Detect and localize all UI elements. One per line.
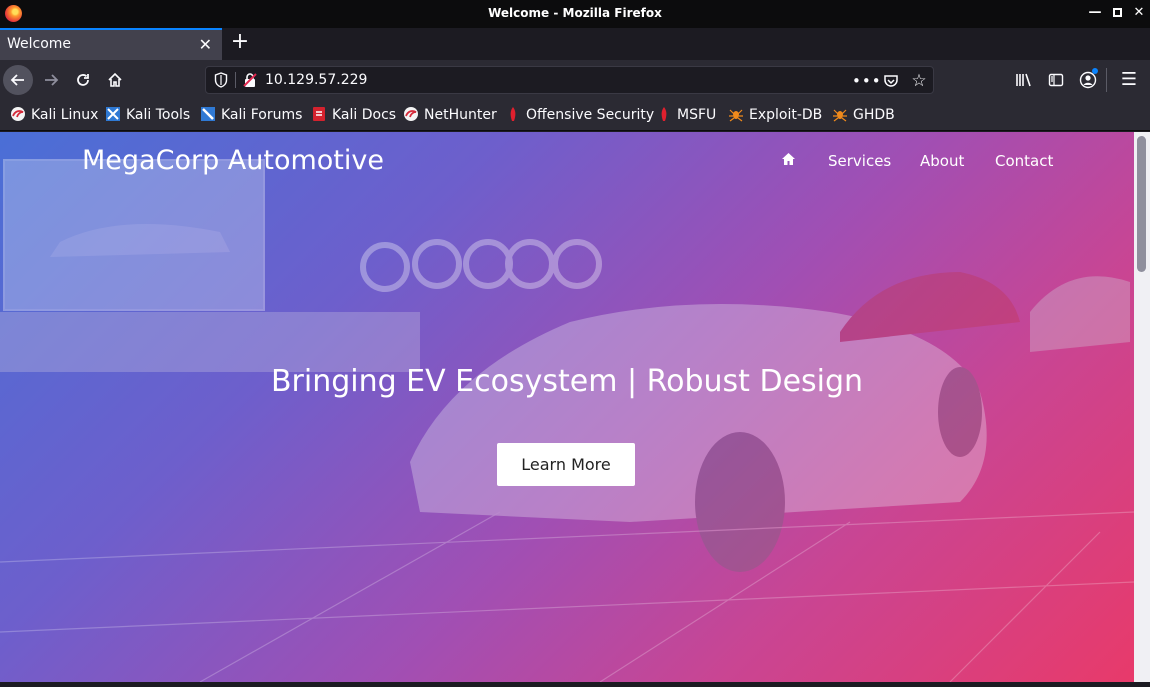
tracking-shield-icon[interactable] bbox=[214, 72, 228, 88]
nav-about-link[interactable]: About bbox=[920, 152, 964, 172]
account-notification-dot bbox=[1092, 68, 1098, 74]
bookmark-msfu[interactable]: MSFU bbox=[656, 106, 716, 126]
scrollbar-thumb[interactable] bbox=[1137, 136, 1146, 272]
minimize-button[interactable]: — bbox=[1086, 4, 1104, 22]
kali-tools-icon bbox=[106, 107, 120, 121]
tab-welcome[interactable]: Welcome ✕ bbox=[0, 28, 222, 60]
bookmark-label: Offensive Security bbox=[526, 107, 655, 123]
window-titlebar: Welcome - Mozilla Firefox — ✕ bbox=[0, 0, 1150, 28]
toolbar-separator bbox=[1106, 68, 1107, 92]
tab-strip: Welcome ✕ + bbox=[0, 28, 1150, 60]
bookmark-star-icon[interactable]: ☆ bbox=[908, 70, 930, 92]
kali-forums-icon bbox=[201, 107, 215, 121]
hero-background-image bbox=[0, 159, 1134, 682]
url-text[interactable]: 10.129.57.229 bbox=[265, 72, 367, 88]
bookmark-label: MSFU bbox=[677, 107, 717, 123]
bookmark-offensive-security[interactable]: Offensive Security bbox=[505, 106, 654, 126]
nav-services-link[interactable]: Services bbox=[828, 152, 891, 172]
learn-more-button[interactable]: Learn More bbox=[497, 443, 635, 486]
nav-home-icon[interactable] bbox=[781, 152, 796, 172]
reload-button[interactable] bbox=[68, 65, 98, 95]
hamburger-menu-button[interactable]: ☰ bbox=[1117, 68, 1141, 92]
kali-dragon-icon bbox=[404, 107, 418, 121]
bookmark-kali-linux[interactable]: Kali Linux bbox=[10, 106, 98, 126]
bookmarks-toolbar: Kali Linux Kali Tools Kali Forums Kali D… bbox=[0, 100, 1150, 131]
url-bar[interactable]: 10.129.57.229 ••• ☆ bbox=[205, 66, 934, 94]
nav-contact-link[interactable]: Contact bbox=[995, 152, 1053, 172]
bookmark-label: NetHunter bbox=[424, 107, 497, 123]
forward-button[interactable] bbox=[36, 65, 66, 95]
new-tab-button[interactable]: + bbox=[228, 30, 252, 54]
hero-title: Bringing EV Ecosystem | Robust Design bbox=[270, 364, 864, 399]
bookmark-label: GHDB bbox=[853, 107, 895, 123]
window-bottom-edge bbox=[0, 682, 1150, 687]
kali-dragon-icon bbox=[11, 107, 25, 121]
bookmark-label: Exploit-DB bbox=[749, 107, 823, 123]
arrow-left-icon bbox=[10, 74, 24, 86]
tab-label: Welcome bbox=[7, 36, 72, 52]
bookmark-kali-tools[interactable]: Kali Tools bbox=[105, 106, 190, 126]
exploitdb-spider-icon bbox=[729, 109, 743, 122]
page-actions-icon[interactable]: ••• bbox=[852, 70, 881, 92]
url-separator bbox=[235, 72, 236, 88]
bookmark-label: Kali Tools bbox=[126, 107, 191, 123]
close-window-button[interactable]: ✕ bbox=[1130, 4, 1148, 22]
sidebar-icon bbox=[1048, 73, 1064, 87]
offsec-icon bbox=[661, 107, 667, 121]
bookmark-kali-forums[interactable]: Kali Forums bbox=[200, 106, 302, 126]
insecure-lock-icon[interactable] bbox=[242, 72, 258, 88]
offsec-icon bbox=[510, 107, 516, 121]
home-icon bbox=[782, 153, 795, 165]
bookmark-nethunter[interactable]: NetHunter bbox=[403, 106, 497, 126]
pocket-icon[interactable] bbox=[880, 70, 902, 92]
pocket-shape bbox=[884, 75, 898, 87]
home-button[interactable] bbox=[100, 65, 130, 95]
kali-docs-icon bbox=[313, 107, 325, 121]
navigation-toolbar: 10.129.57.229 ••• ☆ ☰ bbox=[0, 60, 1150, 100]
page-viewport: MegaCorp Automotive Services About Conta… bbox=[0, 132, 1134, 682]
bookmark-ghdb[interactable]: GHDB bbox=[832, 106, 895, 126]
sidebar-button[interactable] bbox=[1044, 68, 1068, 92]
maximize-button[interactable] bbox=[1108, 4, 1126, 22]
back-button[interactable] bbox=[3, 65, 33, 95]
reload-icon bbox=[77, 74, 89, 86]
home-icon bbox=[108, 72, 122, 87]
library-button[interactable] bbox=[1012, 68, 1036, 92]
close-tab-icon[interactable]: ✕ bbox=[199, 35, 212, 54]
bookmark-exploit-db[interactable]: Exploit-DB bbox=[728, 106, 822, 126]
exploitdb-spider-icon bbox=[833, 109, 847, 122]
bookmark-label: Kali Forums bbox=[221, 107, 303, 123]
library-icon bbox=[1016, 73, 1031, 87]
bookmark-label: Kali Linux bbox=[31, 107, 99, 123]
bookmark-kali-docs[interactable]: Kali Docs bbox=[311, 106, 396, 126]
window-title: Welcome - Mozilla Firefox bbox=[488, 6, 662, 20]
site-brand[interactable]: MegaCorp Automotive bbox=[82, 145, 384, 176]
bookmark-label: Kali Docs bbox=[332, 107, 397, 123]
arrow-right-icon bbox=[45, 74, 59, 86]
